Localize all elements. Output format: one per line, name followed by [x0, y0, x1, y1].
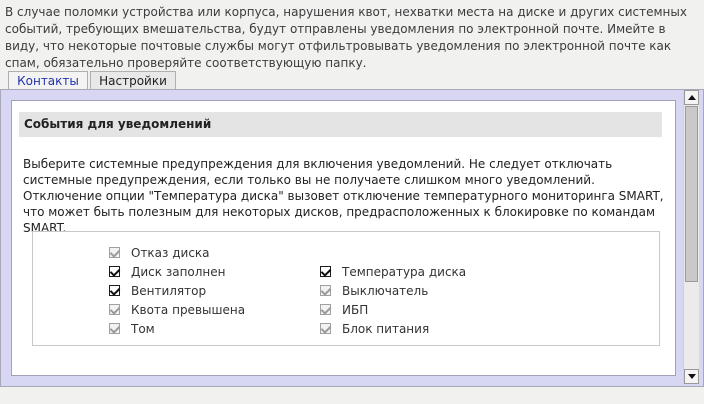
checkbox-row-ups[interactable]: ИБП	[320, 301, 368, 318]
power-supply-checkbox[interactable]	[320, 323, 331, 334]
checkbox-label: Выключатель	[342, 283, 429, 298]
scroll-up-button[interactable]	[684, 90, 699, 105]
tab-settings[interactable]: Настройки	[90, 71, 176, 91]
tab-contacts[interactable]: Контакты	[8, 71, 88, 90]
arrow-up-icon	[687, 95, 696, 100]
checkbox-label: Вентилятор	[131, 283, 207, 298]
volume-checkbox[interactable]	[109, 323, 120, 334]
settings-panel: События для уведомлений Выберите системн…	[11, 100, 676, 376]
checkbox-row-disk-failure[interactable]: Отказ диска	[109, 244, 210, 261]
section-title: События для уведомлений	[19, 112, 662, 137]
checkbox-label: Блок питания	[342, 321, 430, 336]
checkbox-row-quota-exceeded[interactable]: Квота превышена	[109, 301, 245, 318]
checkbox-label: Температура диска	[342, 264, 467, 279]
checkbox-label: Том	[131, 321, 155, 336]
checkbox-label: ИБП	[342, 302, 369, 317]
settings-frame: События для уведомлений Выберите системн…	[0, 89, 704, 387]
quota-exceeded-checkbox[interactable]	[109, 304, 120, 315]
scroll-down-button[interactable]	[684, 369, 699, 384]
checkbox-row-power-supply[interactable]: Блок питания	[320, 320, 429, 337]
power-switch-checkbox[interactable]	[320, 285, 331, 296]
fan-checkbox[interactable]	[109, 285, 120, 296]
checkbox-label: Диск заполнен	[131, 264, 226, 279]
checkbox-row-volume[interactable]: Том	[109, 320, 155, 337]
checkbox-row-power-switch[interactable]: Выключатель	[320, 282, 428, 299]
events-box: Отказ диска Диск заполнен Вентилятор Кво…	[32, 231, 660, 346]
checkbox-label: Квота превышена	[131, 302, 246, 317]
checkbox-row-fan[interactable]: Вентилятор	[109, 282, 206, 299]
arrow-down-icon	[687, 374, 696, 379]
disk-temperature-checkbox[interactable]	[320, 266, 331, 277]
checkbox-row-disk-full[interactable]: Диск заполнен	[109, 263, 226, 280]
disk-full-checkbox[interactable]	[109, 266, 120, 277]
scrollbar-thumb[interactable]	[685, 106, 698, 282]
ups-checkbox[interactable]	[320, 304, 331, 315]
checkbox-label: Отказ диска	[131, 245, 210, 260]
checkbox-row-disk-temperature[interactable]: Температура диска	[320, 263, 466, 280]
disk-failure-checkbox[interactable]	[109, 247, 120, 258]
vertical-scrollbar[interactable]	[683, 90, 699, 384]
intro-text: В случае поломки устройства или корпуса,…	[5, 5, 687, 70]
section-description: Выберите системные предупреждения для вк…	[23, 157, 664, 235]
